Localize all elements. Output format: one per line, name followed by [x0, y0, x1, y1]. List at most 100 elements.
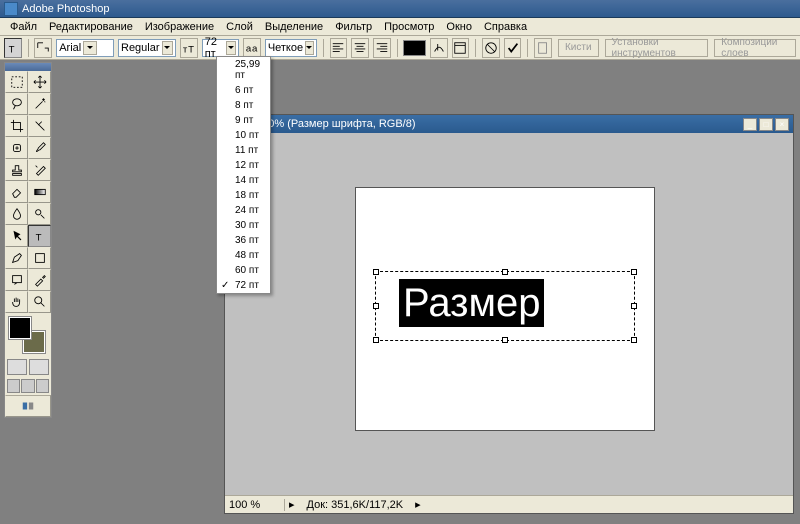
minimize-button[interactable]: _ — [743, 118, 757, 131]
dropdown-arrow-icon[interactable] — [83, 41, 97, 55]
resize-handle-w[interactable] — [373, 303, 379, 309]
doc-info[interactable]: Док: 351,6K/117,2K — [299, 499, 412, 511]
close-button[interactable]: × — [775, 118, 789, 131]
menu-select[interactable]: Выделение — [259, 19, 329, 35]
menu-view[interactable]: Просмотр — [378, 19, 440, 35]
cancel-button[interactable] — [482, 38, 500, 58]
font-size-option[interactable]: 14 пт — [217, 173, 270, 188]
dodge-tool[interactable] — [28, 203, 51, 225]
dropdown-arrow-icon[interactable] — [305, 41, 314, 55]
toolbox-grip[interactable] — [5, 63, 51, 71]
antialias-combo[interactable]: Четкое — [265, 39, 317, 57]
font-size-option[interactable]: 10 пт — [217, 128, 270, 143]
dropdown-arrow-icon[interactable] — [226, 41, 237, 55]
menu-image[interactable]: Изображение — [139, 19, 220, 35]
canvas-area[interactable]: Размер — [225, 133, 793, 495]
font-size-option[interactable]: 30 пт — [217, 218, 270, 233]
palette-well-toggle[interactable] — [534, 38, 552, 58]
menu-edit[interactable]: Редактирование — [43, 19, 139, 35]
resize-handle-sw[interactable] — [373, 337, 379, 343]
menu-layer[interactable]: Слой — [220, 19, 259, 35]
menu-help[interactable]: Справка — [478, 19, 533, 35]
type-tool[interactable]: T — [28, 225, 51, 247]
slice-tool[interactable] — [28, 115, 51, 137]
marquee-tool[interactable] — [5, 71, 28, 93]
font-size-option[interactable]: 60 пт — [217, 263, 270, 278]
align-left-button[interactable] — [330, 38, 348, 58]
palette-tab-brushes[interactable]: Кисти — [558, 39, 599, 57]
screen-full-button[interactable] — [36, 379, 49, 393]
commit-button[interactable] — [504, 38, 522, 58]
font-size-option[interactable]: 12 пт — [217, 158, 270, 173]
font-size-option[interactable]: 72 пт — [217, 278, 270, 293]
eyedropper-tool[interactable] — [28, 269, 51, 291]
stamp-tool[interactable] — [5, 159, 28, 181]
blur-tool[interactable] — [5, 203, 28, 225]
font-family-combo[interactable]: Arial — [56, 39, 114, 57]
gradient-tool[interactable] — [28, 181, 51, 203]
warp-text-button[interactable]: I — [430, 38, 448, 58]
screen-standard-button[interactable] — [7, 379, 20, 393]
resize-handle-e[interactable] — [631, 303, 637, 309]
menu-filter[interactable]: Фильтр — [329, 19, 378, 35]
wand-tool[interactable] — [28, 93, 51, 115]
font-size-option[interactable]: 6 пт — [217, 83, 270, 98]
font-size-option[interactable]: 8 пт — [217, 98, 270, 113]
shape-tool[interactable] — [28, 247, 51, 269]
check-icon — [506, 41, 520, 55]
status-menu-arrow[interactable]: ▸ — [411, 498, 425, 511]
maximize-button[interactable]: □ — [759, 118, 773, 131]
standard-mode-button[interactable] — [7, 359, 27, 375]
font-size-combo[interactable]: 72 пт — [202, 39, 239, 57]
color-picker-area — [5, 313, 51, 357]
character-panel-button[interactable] — [452, 38, 470, 58]
font-size-option[interactable]: 24 пт — [217, 203, 270, 218]
document-titlebar[interactable]: -1 @ 100% (Размер шрифта, RGB/8) _ □ × — [225, 115, 793, 133]
options-bar: T Arial Regular тT 72 пт aa Четкое I Кис… — [0, 36, 800, 60]
font-size-option[interactable]: 18 пт — [217, 188, 270, 203]
jump-to-imageready-button[interactable] — [5, 395, 51, 417]
font-style-combo[interactable]: Regular — [118, 39, 176, 57]
type-tool-preset-button[interactable]: T — [4, 38, 22, 58]
text-orientation-button[interactable] — [34, 38, 52, 58]
crop-tool[interactable] — [5, 115, 28, 137]
palette-tab-tool-presets[interactable]: Установки инструментов — [605, 39, 709, 57]
zoom-tool[interactable] — [28, 291, 51, 313]
notes-tool[interactable] — [5, 269, 28, 291]
screen-fullmenu-button[interactable] — [21, 379, 34, 393]
align-right-button[interactable] — [373, 38, 391, 58]
font-size-option[interactable]: 48 пт — [217, 248, 270, 263]
quickmask-mode-button[interactable] — [29, 359, 49, 375]
resize-handle-nw[interactable] — [373, 269, 379, 275]
path-select-tool[interactable] — [5, 225, 28, 247]
text-layer-content[interactable]: Размер — [399, 279, 544, 327]
resize-handle-s[interactable] — [502, 337, 508, 343]
lasso-tool[interactable] — [5, 93, 28, 115]
font-style-value: Regular — [121, 42, 160, 54]
zoom-field[interactable]: 100 % — [225, 499, 285, 511]
font-size-option[interactable]: 9 пт — [217, 113, 270, 128]
palette-tab-layer-comps[interactable]: Композиции слоев — [714, 39, 796, 57]
resize-handle-n[interactable] — [502, 269, 508, 275]
dropdown-arrow-icon[interactable] — [162, 41, 173, 55]
font-size-option[interactable]: 25,99 пт — [217, 57, 270, 83]
brush-tool[interactable] — [28, 137, 51, 159]
foreground-color[interactable] — [9, 317, 31, 339]
menu-window[interactable]: Окно — [440, 19, 478, 35]
move-tool[interactable] — [28, 71, 51, 93]
history-brush-tool[interactable] — [28, 159, 51, 181]
healing-tool[interactable] — [5, 137, 28, 159]
menu-file[interactable]: Файл — [4, 19, 43, 35]
font-size-dropdown: 25,99 пт6 пт8 пт9 пт10 пт11 пт12 пт14 пт… — [216, 56, 271, 294]
dodge-icon — [33, 207, 47, 221]
font-size-option[interactable]: 11 пт — [217, 143, 270, 158]
resize-handle-ne[interactable] — [631, 269, 637, 275]
status-arrow-icon[interactable]: ▸ — [285, 498, 299, 511]
hand-tool[interactable] — [5, 291, 28, 313]
align-center-button[interactable] — [351, 38, 369, 58]
pen-tool[interactable] — [5, 247, 28, 269]
eraser-tool[interactable] — [5, 181, 28, 203]
resize-handle-se[interactable] — [631, 337, 637, 343]
text-color-swatch[interactable] — [403, 40, 425, 56]
font-size-option[interactable]: 36 пт — [217, 233, 270, 248]
